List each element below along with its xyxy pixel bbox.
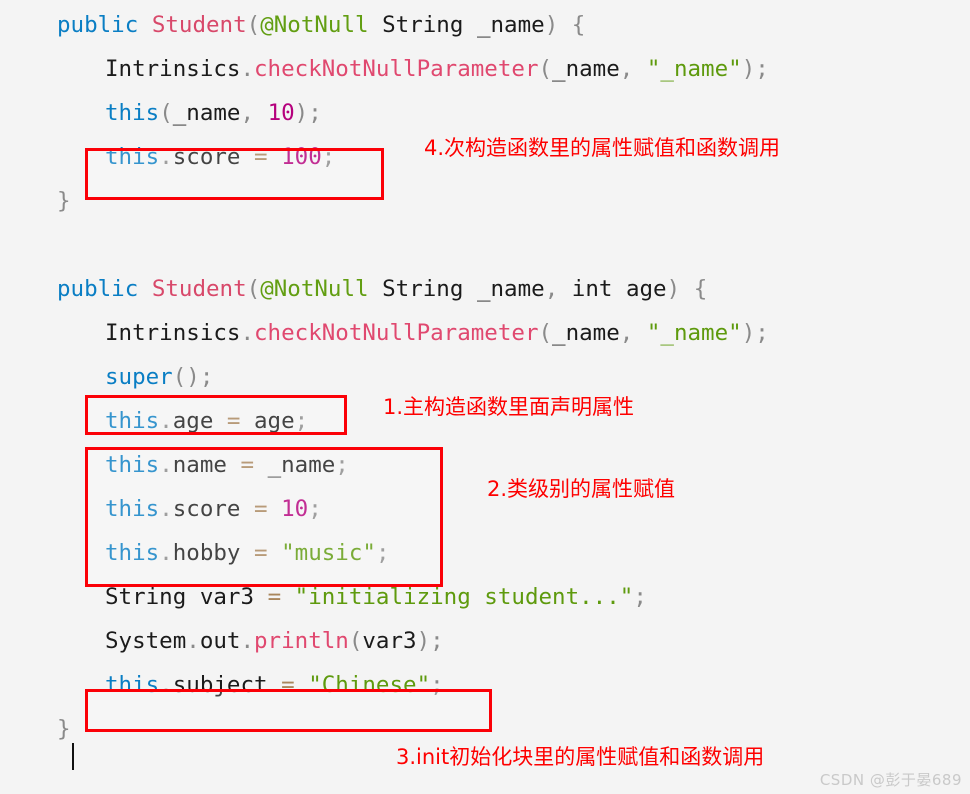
watermark: CSDN @彭于晏689 <box>819 771 962 789</box>
code-token: ) <box>544 12 559 38</box>
code-line[interactable]: public Student(@NotNull String _name) { <box>57 12 585 38</box>
code-token: . <box>186 628 200 654</box>
annotation-label: 3.init初始化块里的属性赋值和函数调用 <box>396 745 765 769</box>
code-token: , <box>619 56 647 82</box>
highlight-box <box>85 148 384 200</box>
code-token: "_name" <box>646 56 742 82</box>
annotation-label: 2.类级别的属性赋值 <box>487 477 676 501</box>
annotation-label: 1.主构造函数里面声明属性 <box>383 395 635 419</box>
code-token: System <box>105 628 187 654</box>
code-token: String _name <box>368 276 545 302</box>
code-token: ) <box>741 320 756 346</box>
code-token: public <box>57 276 139 302</box>
highlight-box <box>85 395 347 435</box>
code-line[interactable]: super(); <box>105 364 213 390</box>
code-token: ( <box>538 320 553 346</box>
code-token: . <box>240 320 255 346</box>
code-token: ( <box>246 276 261 302</box>
code-token: checkNotNullParameter <box>254 56 539 82</box>
code-token: "initializing student..." <box>294 584 634 610</box>
code-token: . <box>240 56 255 82</box>
code-token: ; <box>755 320 769 346</box>
code-token: , <box>544 276 572 302</box>
code-token: var3 <box>362 628 417 654</box>
code-token: { <box>571 12 586 38</box>
code-line[interactable]: } <box>57 716 71 742</box>
annotation-label: 4.次构造函数里的属性赋值和函数调用 <box>424 136 781 160</box>
code-token: (); <box>172 364 214 390</box>
code-token: Intrinsics <box>105 56 241 82</box>
code-token: super <box>105 364 173 390</box>
code-line[interactable]: public Student(@NotNull String _name, in… <box>57 276 707 302</box>
code-token: ( <box>159 100 173 126</box>
code-token: println <box>254 628 349 654</box>
code-token: ; <box>308 100 322 126</box>
code-token: _name <box>172 100 241 126</box>
code-token: "_name" <box>646 320 742 346</box>
code-token: String _name <box>368 12 545 38</box>
code-token: ( <box>538 56 553 82</box>
code-token: ) <box>416 628 431 654</box>
code-token: ; <box>430 628 444 654</box>
code-token: @NotNull <box>260 12 369 38</box>
highlight-box <box>85 689 492 732</box>
code-token: _name <box>552 56 620 82</box>
code-token: } <box>57 716 71 742</box>
code-token: { <box>693 276 708 302</box>
code-token: Student <box>151 276 247 302</box>
code-token: int age <box>571 276 667 302</box>
code-token: = <box>267 584 282 610</box>
code-token: String var3 <box>105 584 255 610</box>
code-token: Intrinsics <box>105 320 241 346</box>
code-line[interactable]: this(_name, 10); <box>105 100 322 126</box>
code-token: ) <box>741 56 756 82</box>
code-token: } <box>57 188 71 214</box>
code-token: . <box>240 628 255 654</box>
code-token: ( <box>348 628 363 654</box>
code-token: , <box>619 320 647 346</box>
code-line[interactable]: } <box>57 188 71 214</box>
code-token: @NotNull <box>260 276 369 302</box>
code-token: this <box>105 100 160 126</box>
code-token: ; <box>755 56 769 82</box>
code-token: ) <box>666 276 681 302</box>
code-token: ( <box>246 12 261 38</box>
code-token: ; <box>633 584 647 610</box>
code-token: checkNotNullParameter <box>254 320 539 346</box>
code-token: 10 <box>267 100 295 126</box>
code-token: _name <box>552 320 620 346</box>
code-line[interactable]: System.out.println(var3); <box>105 628 444 654</box>
code-token: Student <box>151 12 247 38</box>
code-editor-surface[interactable]: public Student(@NotNull String _name) {I… <box>0 0 970 794</box>
code-line[interactable]: String var3 = "initializing student..."; <box>105 584 647 610</box>
code-line[interactable]: Intrinsics.checkNotNullParameter(_name, … <box>105 320 769 346</box>
code-line[interactable]: Intrinsics.checkNotNullParameter(_name, … <box>105 56 769 82</box>
code-token: out <box>199 628 241 654</box>
code-token: public <box>57 12 139 38</box>
text-caret <box>72 743 74 770</box>
code-token: , <box>240 100 268 126</box>
highlight-box <box>85 447 443 587</box>
code-token: ) <box>294 100 309 126</box>
